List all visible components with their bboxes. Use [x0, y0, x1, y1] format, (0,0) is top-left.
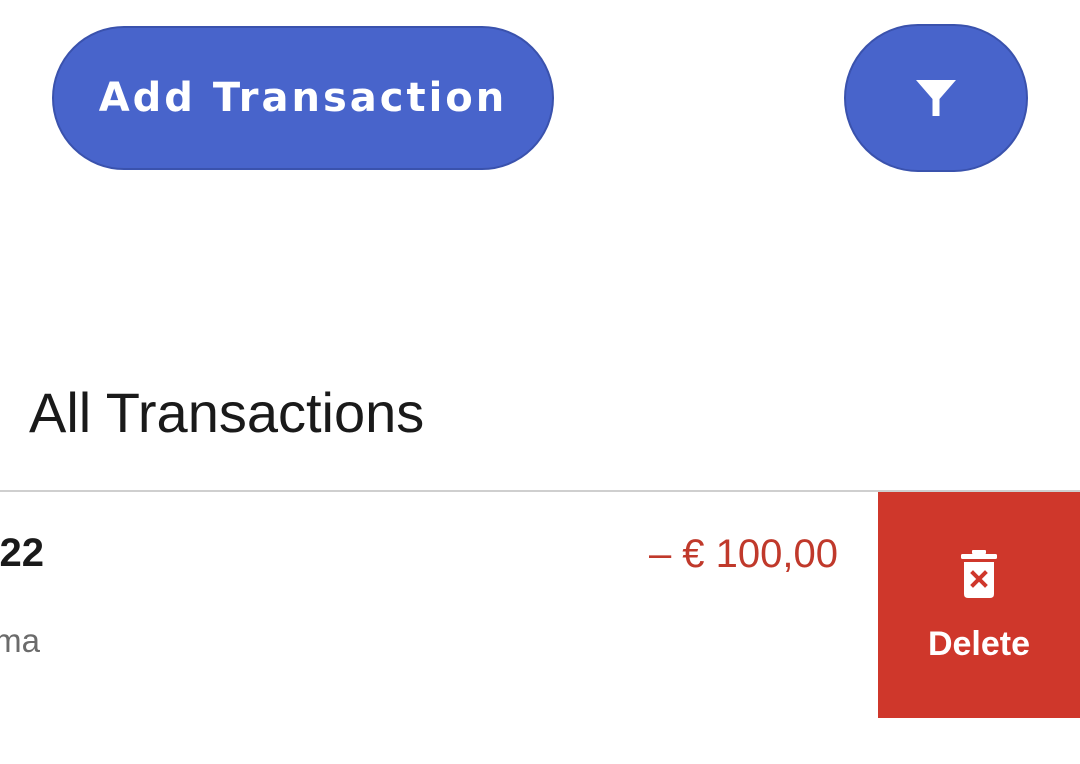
- add-transaction-label: Add Transaction: [98, 75, 508, 121]
- transaction-title: 22: [0, 531, 44, 575]
- filter-button[interactable]: [844, 24, 1028, 172]
- transaction-amount: – € 100,00: [648, 532, 838, 576]
- page-title: All Transactions: [29, 381, 425, 444]
- transaction-row[interactable]: 22 ma – € 100,00 Delete: [0, 492, 1080, 718]
- add-transaction-button[interactable]: Add Transaction: [52, 26, 554, 170]
- delete-button[interactable]: Delete: [878, 492, 1080, 718]
- filter-icon: [916, 80, 956, 116]
- transaction-subtitle: ma: [0, 622, 40, 659]
- trash-icon: [961, 550, 997, 598]
- delete-label: Delete: [927, 625, 1031, 663]
